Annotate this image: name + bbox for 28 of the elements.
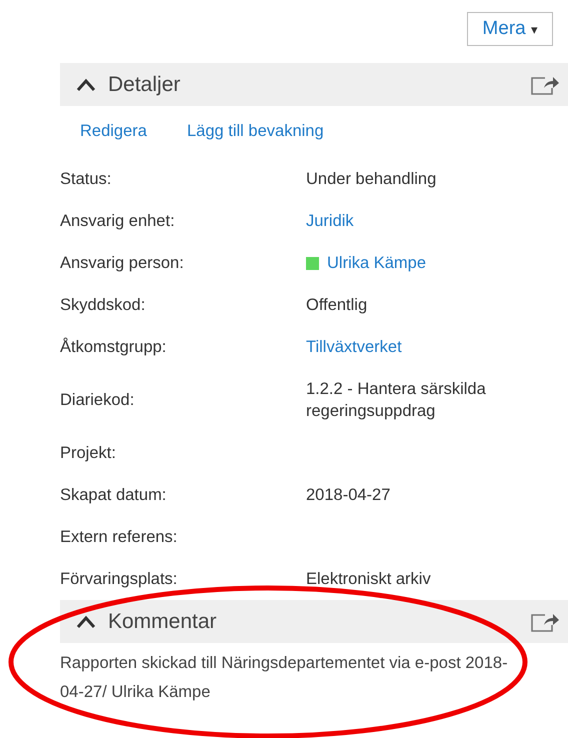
field-label: Status: (60, 169, 112, 190)
person-link[interactable]: Ulrika Kämpe (327, 252, 426, 274)
field-label: Förvaringsplats: (60, 569, 178, 590)
field-value: 2018-04-27 (306, 485, 390, 506)
section-title: Kommentar (108, 610, 218, 634)
chevron-icon[interactable] (76, 78, 96, 92)
field-label: Skapat datum: (60, 485, 168, 506)
field-link[interactable]: Juridik (306, 210, 354, 232)
field-label: Projekt: (60, 443, 117, 464)
field-label: Skyddskod: (60, 295, 146, 316)
field-label: Ansvarig enhet: (60, 211, 176, 232)
more-button[interactable]: Mera ▾ (467, 12, 553, 46)
comment-text: Rapporten skickad till Näringsdepartementet via e-post 2018-04-27/ Ulrika Kämpe (60, 653, 509, 703)
field-value: 1.2.2 - Hantera särskilda regeringsuppdrag (306, 379, 487, 422)
section-title: Detaljer (108, 72, 182, 96)
action-link[interactable]: Lägg till bevakning (186, 122, 324, 156)
field-label: Extern referens: (60, 527, 178, 548)
field-value: Elektroniskt arkiv (306, 569, 431, 590)
chevron-icon[interactable] (76, 614, 96, 628)
section-header[interactable]: Detaljer (60, 63, 568, 106)
field-label: Ansvarig person: (60, 253, 185, 274)
field-label: Diariekod: (60, 390, 136, 411)
action-link[interactable]: Redigera (80, 122, 147, 156)
field-link[interactable]: Tillväxtverket (306, 336, 402, 358)
field-value: Offentlig (306, 295, 368, 316)
field-label: Åtkomstgrupp: (60, 336, 168, 358)
field-value: Under behandling (306, 169, 436, 190)
section-header[interactable]: Kommentar (60, 600, 568, 643)
